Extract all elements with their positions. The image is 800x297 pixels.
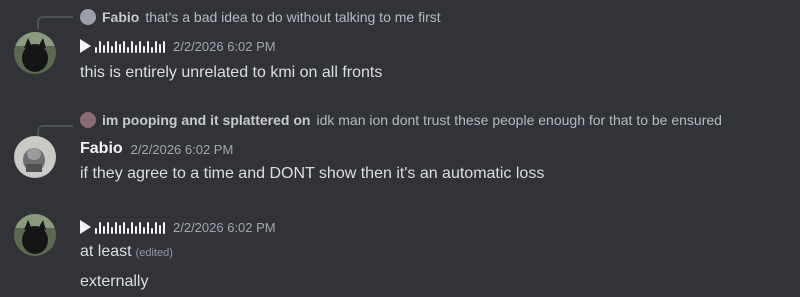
message-header: 2/2/2026 6:02 PM	[80, 35, 276, 57]
edited-label[interactable]: (edited)	[136, 247, 173, 259]
reply-avatar	[80, 9, 96, 25]
avatar[interactable]	[14, 136, 56, 178]
message-text-line-2: externally	[80, 273, 149, 290]
avatar[interactable]	[14, 214, 56, 256]
message-header: Fabio 2/2/2026 6:02 PM	[80, 138, 233, 160]
message-text-line-1: at least (edited)	[80, 243, 173, 261]
message-text: at least	[80, 243, 132, 260]
message-text: if they agree to a time and DONT show th…	[80, 165, 545, 182]
reply-author[interactable]: im pooping and it splattered on	[102, 112, 310, 128]
reply-preview[interactable]: Fabio that's a bad idea to do without ta…	[80, 8, 441, 26]
author-voice-name[interactable]	[80, 220, 165, 234]
author-voice-name[interactable]	[80, 39, 165, 53]
reply-avatar	[80, 112, 96, 128]
reply-text[interactable]: that's a bad idea to do without talking …	[145, 9, 440, 25]
reply-preview[interactable]: im pooping and it splattered on idk man …	[80, 111, 722, 129]
avatar[interactable]	[14, 32, 56, 74]
message-text: this is entirely unrelated to kmi on all…	[80, 64, 383, 81]
message-header: 2/2/2026 6:02 PM	[80, 216, 276, 238]
play-icon[interactable]	[80, 39, 91, 53]
reply-text[interactable]: idk man ion dont trust these people enou…	[316, 112, 722, 128]
voice-waveform-icon	[95, 220, 165, 234]
timestamp[interactable]: 2/2/2026 6:02 PM	[131, 142, 234, 157]
timestamp[interactable]: 2/2/2026 6:02 PM	[173, 220, 276, 235]
play-icon[interactable]	[80, 220, 91, 234]
reply-connector	[37, 16, 73, 30]
reply-author[interactable]: Fabio	[102, 9, 139, 25]
author-name[interactable]: Fabio	[80, 140, 123, 158]
timestamp[interactable]: 2/2/2026 6:02 PM	[173, 39, 276, 54]
voice-waveform-icon	[95, 39, 165, 53]
